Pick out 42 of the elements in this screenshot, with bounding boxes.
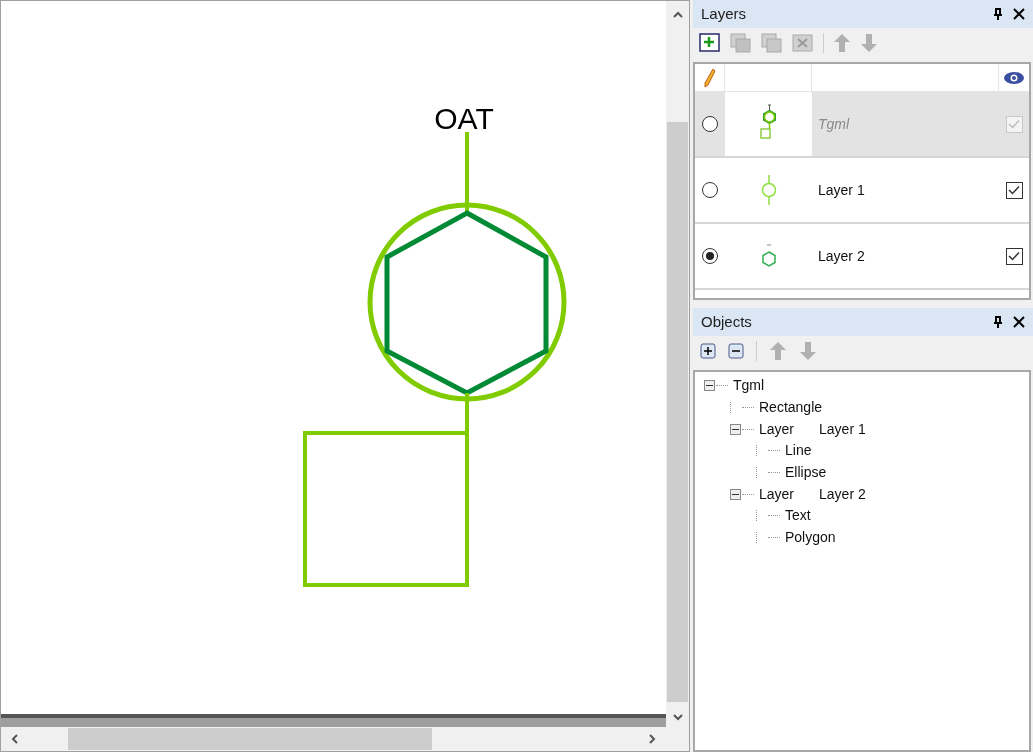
tree-item-detail: Layer 1 bbox=[819, 419, 866, 439]
layer-radio[interactable] bbox=[702, 248, 718, 264]
collapse-toggle[interactable] bbox=[730, 488, 741, 500]
panel-title: Layers bbox=[701, 3, 748, 24]
layer-thumbnail-icon bbox=[760, 174, 777, 206]
tree-item[interactable]: Ellipse bbox=[785, 462, 827, 484]
canvas-text: OAT bbox=[434, 102, 494, 135]
layer-name: Tgml bbox=[818, 114, 850, 134]
layer-name: Layer 1 bbox=[818, 180, 865, 200]
visibility-checkbox[interactable] bbox=[1005, 247, 1023, 265]
collapse-toggle[interactable] bbox=[730, 423, 741, 435]
pin-icon[interactable] bbox=[993, 7, 1003, 21]
layer-radio[interactable] bbox=[702, 182, 718, 198]
scroll-thumb[interactable] bbox=[667, 122, 688, 702]
scroll-right-icon[interactable] bbox=[649, 734, 656, 744]
eye-icon bbox=[1003, 70, 1025, 85]
pencil-icon bbox=[703, 67, 716, 88]
canvas-line bbox=[465, 393, 469, 433]
tree-item-detail: Layer 2 bbox=[819, 484, 866, 504]
tree-item[interactable]: Polygon bbox=[785, 527, 836, 549]
scroll-down-icon[interactable] bbox=[672, 714, 683, 721]
panel-title: Objects bbox=[701, 311, 753, 332]
collapse-all-icon[interactable] bbox=[728, 343, 744, 359]
layer-thumbnail-icon bbox=[760, 243, 777, 269]
close-icon[interactable] bbox=[1013, 8, 1025, 20]
expand-all-icon[interactable] bbox=[700, 343, 716, 359]
add-layer-icon[interactable] bbox=[699, 33, 721, 53]
collapse-toggle[interactable] bbox=[704, 380, 715, 392]
scroll-left-icon[interactable] bbox=[11, 734, 18, 744]
tree-item[interactable]: Text bbox=[785, 505, 811, 527]
tree-item[interactable]: Layer bbox=[759, 483, 795, 505]
tree-item[interactable]: Layer bbox=[759, 418, 795, 440]
pin-icon[interactable] bbox=[993, 315, 1003, 329]
layer-name: Layer 2 bbox=[818, 246, 865, 266]
tree-item[interactable]: Tgml bbox=[733, 375, 765, 397]
drawing-canvas[interactable]: OAT bbox=[1, 1, 666, 714]
visibility-checkbox[interactable] bbox=[1005, 181, 1023, 199]
tree-item[interactable]: Line bbox=[785, 440, 812, 462]
scroll-up-icon[interactable] bbox=[672, 11, 683, 18]
tree-item[interactable]: Rectangle bbox=[759, 397, 823, 419]
scroll-thumb[interactable] bbox=[68, 728, 432, 750]
close-icon[interactable] bbox=[1013, 316, 1025, 328]
